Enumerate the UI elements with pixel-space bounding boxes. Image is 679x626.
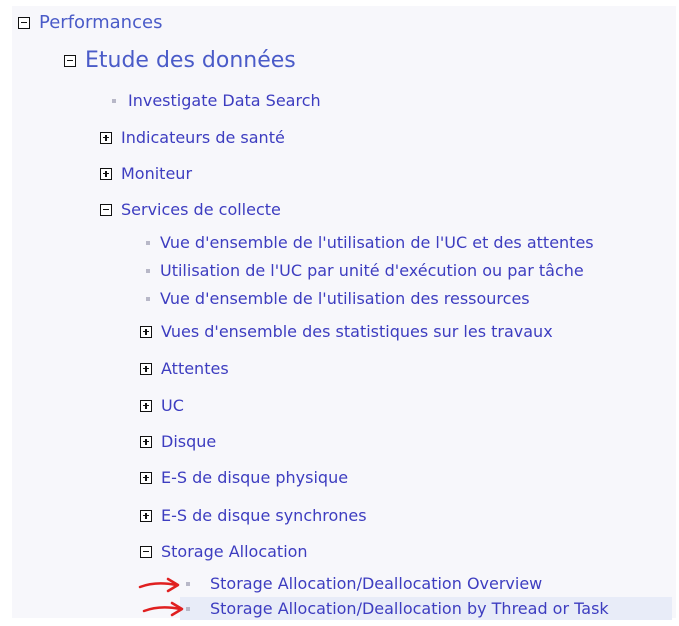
tree-node-etude-des-donnees[interactable]: Etude des données bbox=[64, 48, 296, 73]
tree-node-label[interactable]: Etude des données bbox=[85, 48, 296, 73]
tree-leaf-vue-ensemble-uc[interactable]: Vue d'ensemble de l'utilisation de l'UC … bbox=[146, 233, 594, 252]
tree-leaf-label[interactable]: Storage Allocation/Deallocation by Threa… bbox=[210, 599, 609, 618]
bullet-icon bbox=[112, 98, 116, 103]
tree-node-label[interactable]: Disque bbox=[161, 432, 216, 451]
bullet-icon bbox=[146, 296, 150, 301]
bullet-icon bbox=[146, 240, 150, 245]
bullet-icon bbox=[186, 581, 190, 586]
tree-node-es-disque-physique[interactable]: E-S de disque physique bbox=[140, 468, 348, 487]
tree-leaf-label[interactable]: Storage Allocation/Deallocation Overview bbox=[210, 574, 542, 593]
tree-node-moniteur[interactable]: Moniteur bbox=[100, 164, 192, 183]
minus-box-icon[interactable] bbox=[140, 545, 152, 558]
tree-leaf-label[interactable]: Investigate Data Search bbox=[128, 91, 321, 110]
tree-node-attentes[interactable]: Attentes bbox=[140, 359, 229, 378]
tree-leaf-storage-by-thread-selected[interactable]: Storage Allocation/Deallocation by Threa… bbox=[180, 597, 672, 620]
tree-node-performances[interactable]: Performances bbox=[18, 12, 162, 33]
tree-node-label[interactable]: E-S de disque synchrones bbox=[161, 506, 367, 525]
plus-box-icon[interactable] bbox=[140, 362, 152, 375]
plus-box-icon[interactable] bbox=[140, 399, 152, 412]
tree-node-disque[interactable]: Disque bbox=[140, 432, 216, 451]
tree-leaf-investigate-data-search[interactable]: Investigate Data Search bbox=[112, 91, 321, 110]
plus-box-icon[interactable] bbox=[100, 167, 112, 180]
tree-node-storage-allocation[interactable]: Storage Allocation bbox=[140, 542, 308, 561]
tree-leaf-utilisation-uc[interactable]: Utilisation de l'UC par unité d'exécutio… bbox=[146, 261, 584, 280]
tree-node-uc[interactable]: UC bbox=[140, 396, 184, 415]
plus-box-icon[interactable] bbox=[140, 509, 152, 522]
tree-node-label[interactable]: Performances bbox=[39, 12, 162, 33]
tree-node-label[interactable]: Storage Allocation bbox=[161, 542, 308, 561]
tree-node-label[interactable]: E-S de disque physique bbox=[161, 468, 348, 487]
red-arrow-annotation-icon bbox=[142, 601, 184, 617]
tree-node-es-disque-synchrones[interactable]: E-S de disque synchrones bbox=[140, 506, 367, 525]
plus-box-icon[interactable] bbox=[140, 325, 152, 338]
minus-box-icon[interactable] bbox=[64, 54, 76, 67]
plus-box-icon[interactable] bbox=[100, 131, 112, 144]
red-arrow-annotation-icon bbox=[138, 577, 180, 593]
plus-box-icon[interactable] bbox=[140, 435, 152, 448]
tree-node-services-de-collecte[interactable]: Services de collecte bbox=[100, 200, 281, 219]
tree-leaf-label[interactable]: Vue d'ensemble de l'utilisation des ress… bbox=[160, 289, 530, 308]
tree-node-label[interactable]: Moniteur bbox=[121, 164, 192, 183]
tree-leaf-label[interactable]: Vue d'ensemble de l'utilisation de l'UC … bbox=[160, 233, 594, 252]
tree-leaf-vue-ensemble-ressources[interactable]: Vue d'ensemble de l'utilisation des ress… bbox=[146, 289, 530, 308]
tree-leaf-storage-overview[interactable]: Storage Allocation/Deallocation Overview bbox=[186, 574, 542, 593]
tree-leaf-label[interactable]: Utilisation de l'UC par unité d'exécutio… bbox=[160, 261, 584, 280]
bullet-icon bbox=[146, 268, 150, 273]
tree-node-vues-statistiques-travaux[interactable]: Vues d'ensemble des statistiques sur les… bbox=[140, 322, 553, 341]
tree-node-label[interactable]: Services de collecte bbox=[121, 200, 281, 219]
plus-box-icon[interactable] bbox=[140, 471, 152, 484]
tree-node-label[interactable]: Attentes bbox=[161, 359, 229, 378]
bullet-icon bbox=[186, 606, 190, 611]
tree-node-label[interactable]: Indicateurs de santé bbox=[121, 128, 285, 147]
tree-node-indicateurs-de-sante[interactable]: Indicateurs de santé bbox=[100, 128, 285, 147]
minus-box-icon[interactable] bbox=[100, 203, 112, 216]
tree-node-label[interactable]: UC bbox=[161, 396, 184, 415]
tree-node-label[interactable]: Vues d'ensemble des statistiques sur les… bbox=[161, 322, 553, 341]
minus-box-icon[interactable] bbox=[18, 16, 30, 29]
